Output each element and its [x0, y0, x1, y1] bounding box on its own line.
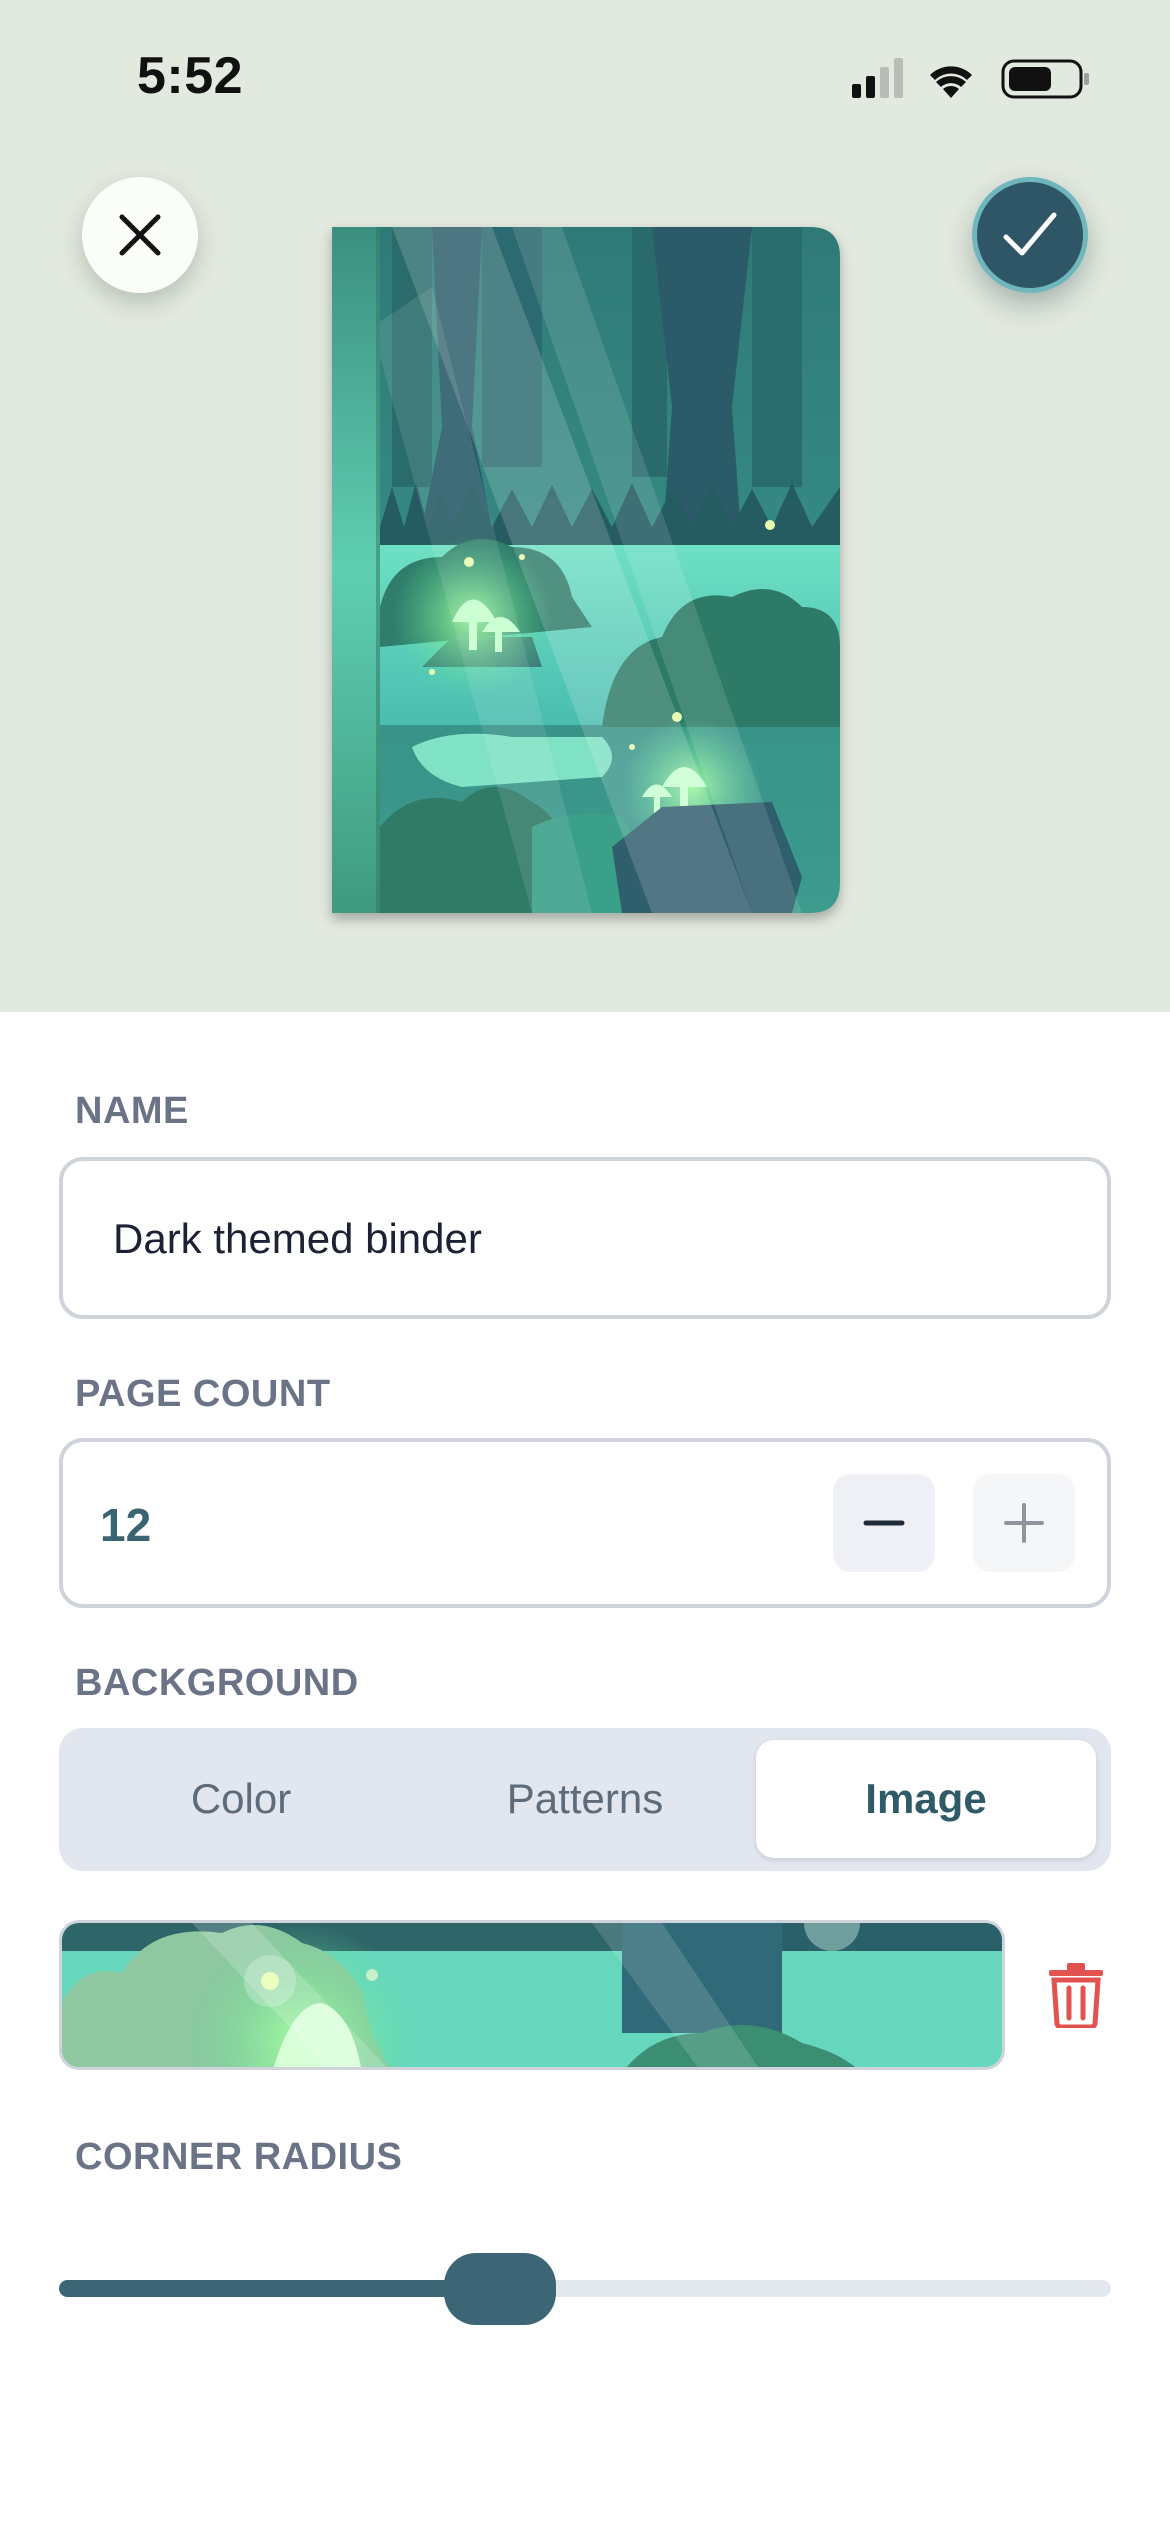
- decrement-button[interactable]: [833, 1474, 935, 1572]
- increment-button[interactable]: [973, 1474, 1075, 1572]
- status-icons: [852, 58, 1089, 99]
- background-segmented-control: Color Patterns Image: [59, 1728, 1111, 1871]
- segment-image[interactable]: Image: [756, 1740, 1096, 1858]
- corner-radius-label: CORNER RADIUS: [75, 2136, 403, 2178]
- slider-fill: [59, 2280, 500, 2297]
- battery-icon: [1001, 59, 1089, 99]
- status-time: 5:52: [137, 47, 244, 105]
- close-button[interactable]: [82, 177, 198, 293]
- plus-icon: [1004, 1503, 1044, 1543]
- status-bar: 5:52: [0, 0, 1170, 150]
- minus-icon: [863, 1520, 905, 1526]
- checkmark-icon: [1003, 212, 1057, 256]
- delete-image-button[interactable]: [1047, 1962, 1105, 2030]
- background-image-thumbnail[interactable]: [59, 1920, 1005, 2070]
- corner-radius-slider[interactable]: [59, 2250, 1111, 2326]
- close-icon: [119, 214, 161, 256]
- name-label: NAME: [75, 1090, 189, 1132]
- page-count-field: 12: [59, 1438, 1111, 1608]
- segment-patterns[interactable]: Patterns: [415, 1740, 755, 1858]
- trash-icon: [1049, 1963, 1103, 2030]
- wifi-icon: [930, 66, 972, 98]
- cover-preview-area: 5:52: [0, 0, 1170, 1012]
- binder-cover-preview: [332, 227, 840, 913]
- name-value: Dark themed binder: [113, 1215, 482, 1262]
- background-image-preview: [62, 1923, 1002, 2067]
- page-count-value[interactable]: 12: [100, 1498, 151, 1552]
- confirm-button[interactable]: [972, 177, 1088, 293]
- slider-thumb[interactable]: [444, 2253, 556, 2325]
- signal-icon: [852, 58, 903, 98]
- segment-color[interactable]: Color: [71, 1740, 411, 1858]
- name-field[interactable]: Dark themed binder: [59, 1157, 1111, 1319]
- background-label: BACKGROUND: [75, 1662, 359, 1704]
- page-count-label: PAGE COUNT: [75, 1373, 331, 1415]
